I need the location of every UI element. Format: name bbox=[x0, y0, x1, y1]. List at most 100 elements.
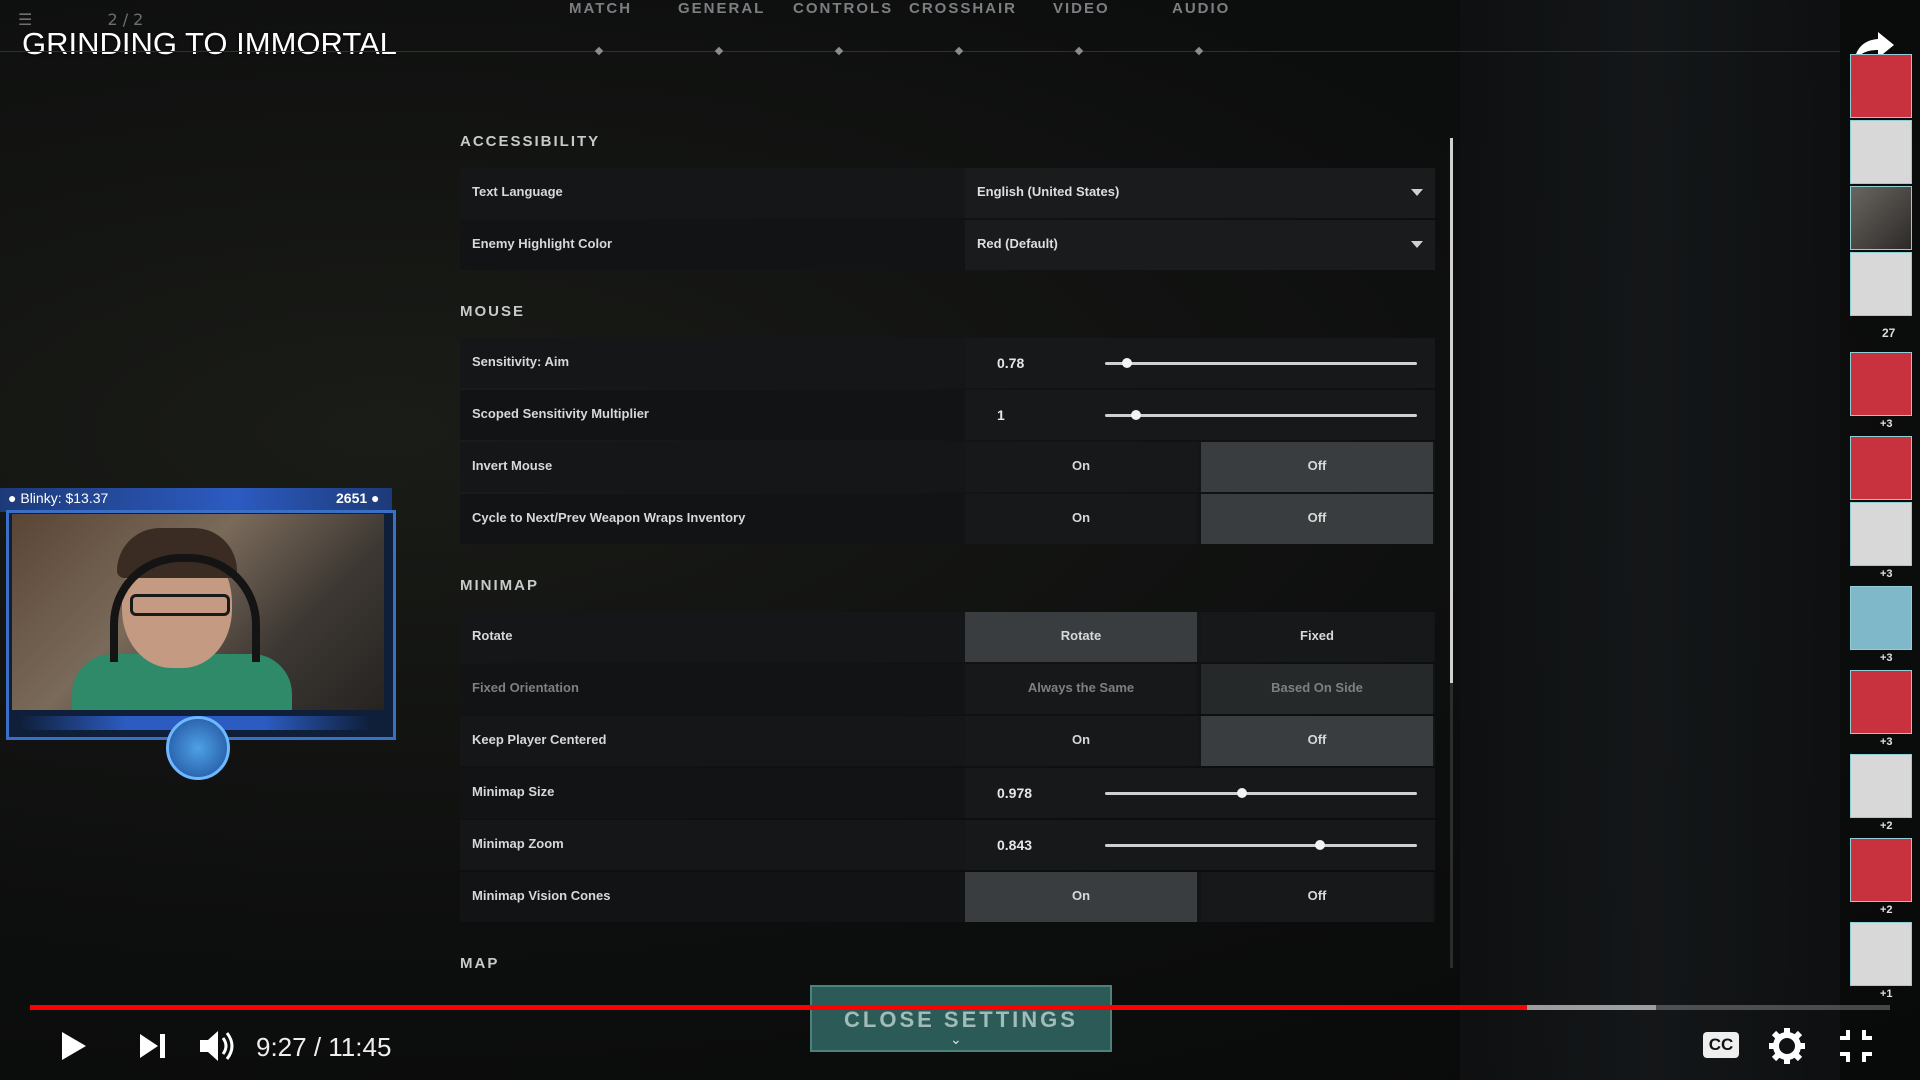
setting-sensitivity-aim: Sensitivity: Aim 0.78 bbox=[460, 338, 1435, 388]
volume-icon[interactable] bbox=[192, 1022, 240, 1070]
setting-invert-mouse: Invert Mouse On Off bbox=[460, 442, 1435, 492]
toggle-label: On bbox=[1071, 458, 1091, 473]
setting-label: Scoped Sensitivity Multiplier bbox=[472, 406, 649, 421]
settings-gear-icon[interactable] bbox=[1763, 1022, 1811, 1070]
slider-value[interactable]: 0.78 bbox=[997, 355, 1024, 371]
webcam-glasses bbox=[130, 594, 230, 616]
setting-label: Keep Player Centered bbox=[472, 732, 607, 747]
play-icon[interactable] bbox=[48, 1022, 96, 1070]
keep-centered-off[interactable]: Off bbox=[1201, 716, 1433, 766]
slider-value[interactable]: 0.843 bbox=[997, 837, 1032, 853]
tab-crosshair[interactable]: CROSSHAIR bbox=[909, 0, 1017, 17]
toggle-label: On bbox=[1071, 510, 1091, 525]
tab-audio[interactable]: AUDIO bbox=[1172, 0, 1230, 17]
exit-fullscreen-icon[interactable] bbox=[1832, 1022, 1880, 1070]
toggle-label: On bbox=[1071, 888, 1091, 903]
setting-label: Invert Mouse bbox=[472, 458, 553, 473]
setting-keep-centered: Keep Player Centered On Off bbox=[460, 716, 1435, 766]
setting-minimap-zoom: Minimap Zoom 0.843 bbox=[460, 820, 1435, 870]
kill-count: 27 bbox=[1882, 326, 1896, 340]
slider-track[interactable] bbox=[1105, 788, 1417, 798]
setting-cycle-wraps: Cycle to Next/Prev Weapon Wraps Inventor… bbox=[460, 494, 1435, 544]
setting-label: Cycle to Next/Prev Weapon Wraps Inventor… bbox=[472, 510, 746, 525]
agent-card bbox=[1850, 186, 1912, 250]
card-count: +3 bbox=[1880, 652, 1893, 664]
agent-card bbox=[1850, 502, 1912, 566]
vision-cones-off[interactable]: Off bbox=[1201, 872, 1433, 922]
tab-video[interactable]: VIDEO bbox=[1053, 0, 1110, 17]
enemy-highlight-dropdown[interactable]: Red (Default) bbox=[965, 220, 1435, 270]
agent-card bbox=[1850, 754, 1912, 818]
slider-thumb[interactable] bbox=[1131, 410, 1142, 420]
tab-controls[interactable]: CONTROLS bbox=[793, 0, 893, 17]
chevron-down-icon: ⌄ bbox=[950, 1032, 962, 1048]
tab-general[interactable]: GENERAL bbox=[678, 0, 765, 17]
section-accessibility: ACCESSIBILITY bbox=[460, 133, 601, 150]
setting-minimap-size: Minimap Size 0.978 bbox=[460, 768, 1435, 818]
minimap-size-slider[interactable]: 0.978 bbox=[965, 768, 1435, 818]
slider-track[interactable] bbox=[1105, 840, 1417, 850]
nav-divider bbox=[0, 51, 1840, 52]
slider-thumb[interactable] bbox=[1315, 840, 1326, 850]
card-count: +1 bbox=[1880, 988, 1893, 1000]
cycle-wraps-off[interactable]: Off bbox=[1201, 494, 1433, 544]
webcam-bits: 2651 ● bbox=[336, 490, 380, 506]
keep-centered-on[interactable]: On bbox=[965, 716, 1197, 766]
toggle-label: Fixed bbox=[1300, 628, 1334, 643]
toggle-label: Off bbox=[1307, 458, 1327, 473]
vision-cones-on[interactable]: On bbox=[965, 872, 1197, 922]
setting-label: Minimap Vision Cones bbox=[472, 888, 611, 903]
card-count: +3 bbox=[1880, 568, 1893, 580]
invert-mouse-off[interactable]: Off bbox=[1201, 442, 1433, 492]
background-right bbox=[1460, 0, 1840, 1080]
slider-value[interactable]: 0.978 bbox=[997, 785, 1032, 801]
agent-card bbox=[1850, 252, 1912, 316]
setting-scoped-sensitivity: Scoped Sensitivity Multiplier 1 bbox=[460, 390, 1435, 440]
captions-button[interactable]: CC bbox=[1703, 1032, 1739, 1058]
slider-value[interactable]: 1 bbox=[997, 407, 1005, 423]
text-language-dropdown[interactable]: English (United States) bbox=[965, 168, 1435, 218]
invert-mouse-on[interactable]: On bbox=[965, 442, 1197, 492]
setting-label: Rotate bbox=[472, 628, 513, 643]
setting-enemy-highlight: Enemy Highlight Color Red (Default) bbox=[460, 220, 1435, 270]
dropdown-arrow-icon bbox=[1411, 189, 1423, 196]
progress-played[interactable] bbox=[30, 1005, 1528, 1010]
section-mouse: MOUSE bbox=[460, 303, 526, 320]
sensitivity-slider[interactable]: 0.78 bbox=[965, 338, 1435, 388]
setting-label: Fixed Orientation bbox=[472, 680, 579, 695]
orientation-always-same: Always the Same bbox=[965, 664, 1197, 714]
cycle-wraps-on[interactable]: On bbox=[965, 494, 1197, 544]
streamer-logo-icon bbox=[166, 716, 230, 780]
toggle-label: Off bbox=[1307, 510, 1327, 525]
slider-thumb[interactable] bbox=[1121, 358, 1132, 368]
agent-card bbox=[1850, 436, 1912, 500]
agent-card bbox=[1850, 352, 1912, 416]
slider-track[interactable] bbox=[1105, 410, 1417, 420]
setting-label: Enemy Highlight Color bbox=[472, 236, 613, 251]
slider-thumb[interactable] bbox=[1237, 788, 1248, 798]
next-icon[interactable] bbox=[128, 1022, 176, 1070]
section-minimap: MINIMAP bbox=[460, 577, 539, 594]
setting-fixed-orientation: Fixed Orientation Always the Same Based … bbox=[460, 664, 1435, 714]
rotate-option-fixed[interactable]: Fixed bbox=[1201, 612, 1433, 662]
bits-text: 2651 bbox=[336, 490, 368, 506]
video-title[interactable]: GRINDING TO IMMORTAL bbox=[22, 26, 397, 62]
donor-text: Blinky: $13.37 bbox=[20, 490, 109, 506]
agent-card bbox=[1850, 120, 1912, 184]
scrollbar-thumb[interactable] bbox=[1450, 138, 1453, 683]
scoped-sensitivity-slider[interactable]: 1 bbox=[965, 390, 1435, 440]
section-map: MAP bbox=[460, 955, 500, 972]
agent-card bbox=[1850, 586, 1912, 650]
dropdown-arrow-icon bbox=[1411, 241, 1423, 248]
time-display: 9:27 / 11:45 bbox=[256, 1032, 392, 1062]
card-count: +2 bbox=[1880, 904, 1893, 916]
agent-card bbox=[1850, 838, 1912, 902]
minimap-zoom-slider[interactable]: 0.843 bbox=[965, 820, 1435, 870]
setting-label: Text Language bbox=[472, 184, 563, 199]
slider-track[interactable] bbox=[1105, 358, 1417, 368]
tab-match[interactable]: MATCH bbox=[569, 0, 632, 17]
toggle-label: Always the Same bbox=[1027, 680, 1135, 695]
setting-label: Sensitivity: Aim bbox=[472, 354, 570, 369]
setting-vision-cones: Minimap Vision Cones On Off bbox=[460, 872, 1435, 922]
rotate-option-rotate[interactable]: Rotate bbox=[965, 612, 1197, 662]
